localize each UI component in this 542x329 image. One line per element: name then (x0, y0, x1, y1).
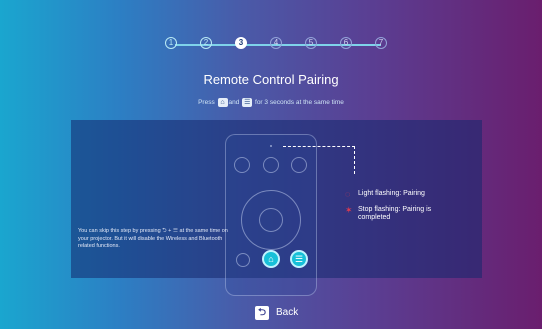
legend-flashing-label: Light flashing: Pairing (358, 190, 425, 197)
step-5: 5 (305, 37, 317, 49)
step-7: 7 (375, 37, 387, 49)
pairing-instruction: Press ⌂ and ☰ for 3 seconds at the same t… (0, 98, 542, 107)
instruction-and: and (228, 99, 240, 107)
solid-light-icon: ✶ (345, 205, 353, 215)
remote-control-illustration: ⌂ ☰ (225, 134, 317, 296)
back-icon: ⮌ (255, 306, 269, 320)
back-label: Back (276, 307, 299, 318)
step-6: 6 (340, 37, 352, 49)
page-title: Remote Control Pairing (203, 72, 339, 87)
flashing-light-icon: ◌ (345, 189, 351, 199)
home-icon: ⌂ (217, 98, 228, 107)
menu-button-highlight-icon: ☰ (290, 250, 308, 268)
instruction-suffix: for 3 seconds at the same time (255, 99, 344, 107)
step-1: 1 (165, 37, 177, 49)
home-button-highlight-icon: ⌂ (262, 250, 280, 268)
return-button-icon (236, 253, 250, 267)
ok-button-icon (259, 208, 283, 232)
power-button-icon (234, 157, 250, 173)
pairing-screen: 1 2 3 4 5 6 7 Remote Control Pairing Pre… (0, 0, 542, 329)
skip-note: You can skip this step by pressing ⮌ + ☰… (78, 228, 228, 249)
legend-stop-label: Stop flashing: Pairing is completed (358, 206, 432, 221)
step-2: 2 (200, 37, 212, 49)
step-3-current: 3 (235, 37, 247, 49)
instruction-prefix: Press (198, 99, 215, 107)
step-indicator: 1 2 3 4 5 6 7 (165, 37, 391, 53)
input-button-icon (291, 157, 307, 173)
callout-line (283, 146, 355, 147)
step-4: 4 (270, 37, 282, 49)
settings-button-icon (263, 157, 279, 173)
callout-line-vertical (354, 146, 355, 174)
menu-icon: ☰ (242, 98, 253, 107)
ir-dot (270, 145, 272, 147)
